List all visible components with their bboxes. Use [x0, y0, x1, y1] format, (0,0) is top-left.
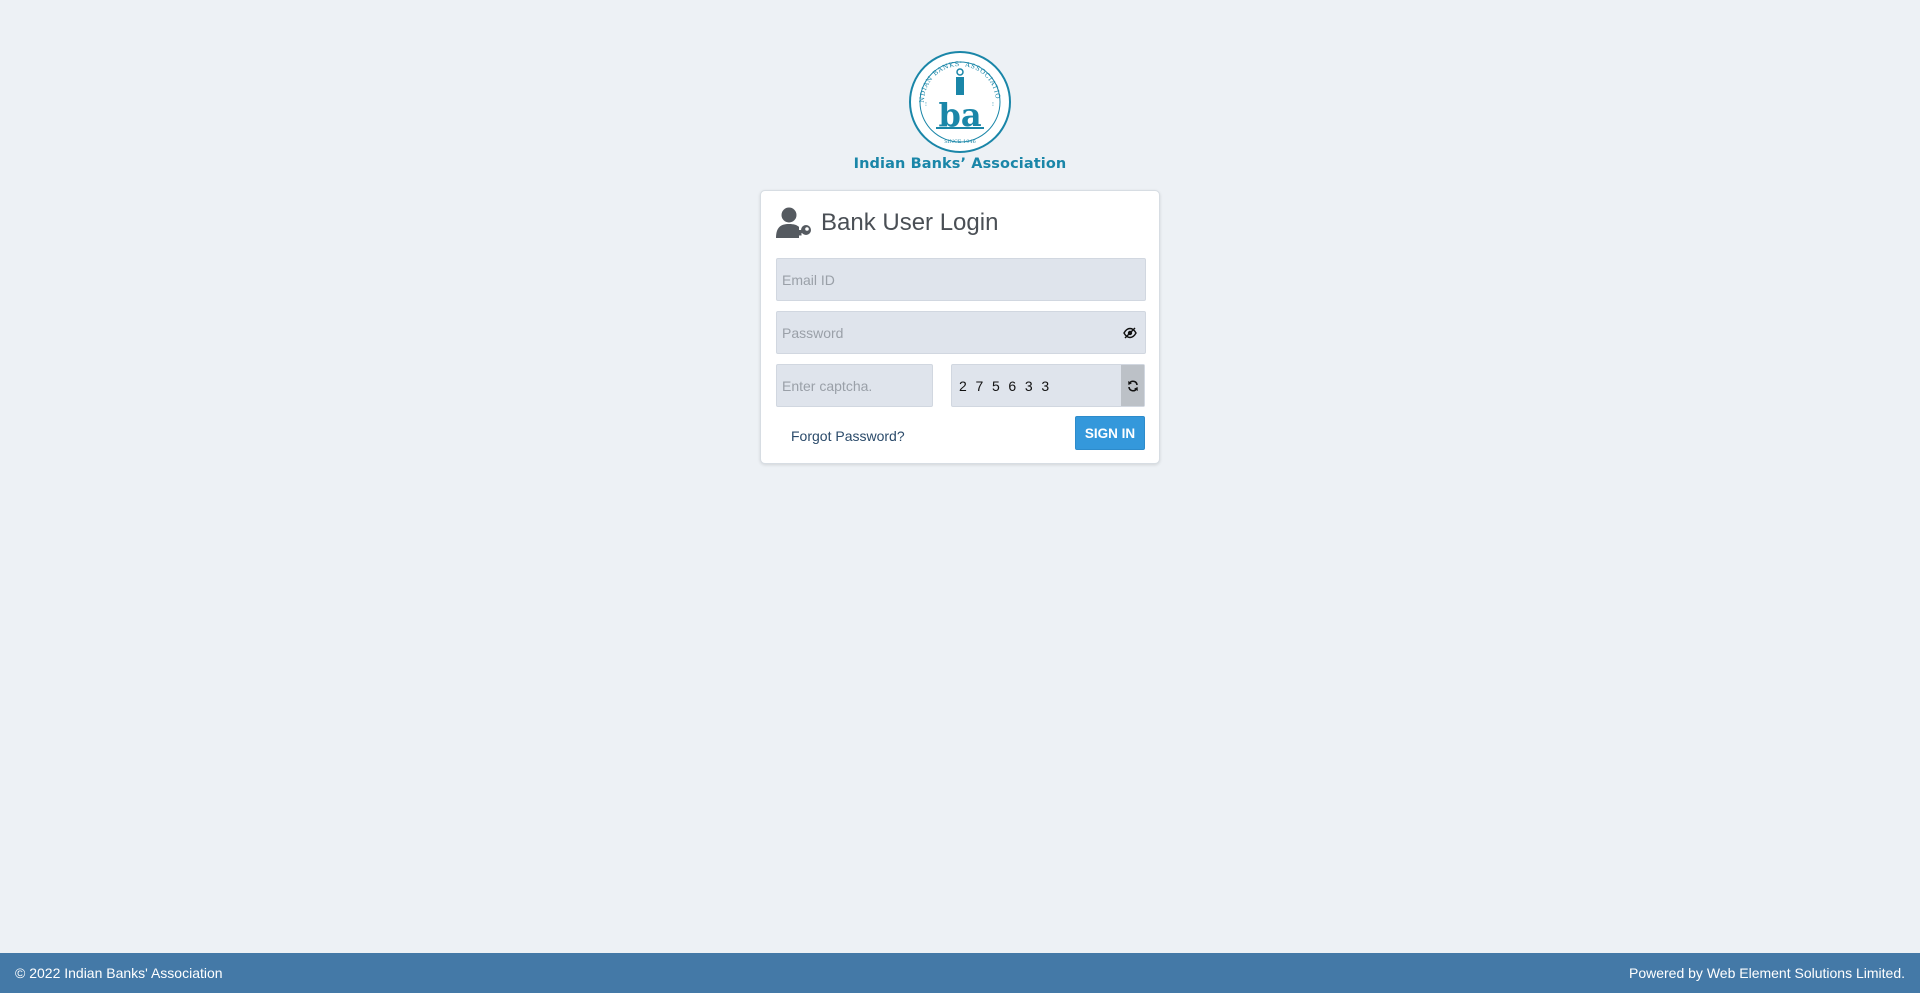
captcha-code: 2 7 5 6 3 3 — [959, 378, 1052, 394]
org-name: Indian Banks’ Association — [853, 156, 1067, 172]
login-page: INDIAN BANKS' ASSOCIATION SINCE 1946 ⁝ ⁝… — [0, 0, 1920, 993]
eye-slash-icon[interactable] — [1123, 327, 1137, 339]
captcha-display: 2 7 5 6 3 3 — [951, 364, 1145, 407]
sign-in-button[interactable]: SIGN IN — [1075, 416, 1145, 450]
email-field[interactable] — [776, 258, 1146, 301]
captcha-refresh-button[interactable] — [1121, 365, 1144, 406]
refresh-icon — [1127, 380, 1138, 391]
user-key-icon — [776, 207, 811, 238]
login-title: Bank User Login — [821, 209, 999, 236]
svg-text:SINCE 1946: SINCE 1946 — [944, 139, 976, 145]
password-field[interactable] — [776, 311, 1146, 354]
password-input[interactable] — [777, 312, 1145, 353]
email-input[interactable] — [777, 259, 1145, 300]
iba-logo-icon: INDIAN BANKS' ASSOCIATION SINCE 1946 ⁝ ⁝… — [908, 50, 1011, 153]
brand-header: INDIAN BANKS' ASSOCIATION SINCE 1946 ⁝ ⁝… — [0, 50, 1920, 172]
card-header: Bank User Login — [776, 205, 998, 241]
footer-powered-by: Powered by Web Element Solutions Limited… — [1629, 965, 1905, 981]
svg-text:⁝: ⁝ — [925, 102, 927, 108]
forgot-password-link[interactable]: Forgot Password? — [791, 428, 905, 444]
login-card: Bank User Login 2 7 5 6 3 3 — [760, 190, 1160, 464]
captcha-field[interactable] — [776, 364, 933, 407]
captcha-input[interactable] — [777, 365, 932, 406]
footer-copyright: © 2022 Indian Banks' Association — [15, 965, 223, 981]
svg-text:⁝: ⁝ — [992, 102, 994, 108]
footer: © 2022 Indian Banks' Association Powered… — [0, 953, 1920, 993]
